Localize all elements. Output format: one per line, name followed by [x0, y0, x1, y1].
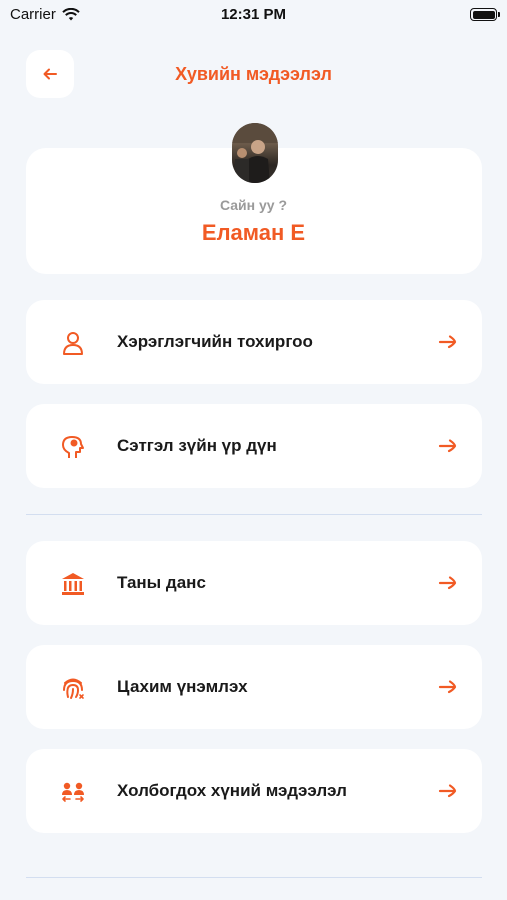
bank-icon	[62, 573, 84, 595]
user-icon	[63, 332, 83, 355]
menu-item-label: Таны данс	[117, 573, 206, 592]
section-divider	[26, 877, 482, 878]
avatar-photo	[232, 123, 278, 183]
arrow-right-icon	[438, 439, 457, 453]
menu-item-label: Сэтгэл зүйн үр дүн	[117, 436, 277, 455]
arrow-right-icon	[438, 335, 457, 349]
menu-item-digital-id[interactable]: Цахим үнэмлэх	[26, 645, 482, 729]
profile-screen: Carrier 12:31 PM Хувийн мэдээлэл Сайн уу…	[0, 0, 507, 900]
head-brain-icon	[62, 436, 84, 458]
greeting-text: Сайн уу ?	[219, 197, 288, 213]
battery-icon	[470, 8, 500, 21]
status-time: 12:31 PM	[220, 6, 287, 23]
arrow-right-icon	[438, 576, 457, 590]
arrow-right-icon	[438, 784, 457, 798]
people-icon	[62, 782, 84, 802]
status-bar: Carrier 12:31 PM	[0, 0, 507, 30]
menu-item-your-account[interactable]: Таны данс	[26, 541, 482, 625]
menu-item-contact-person[interactable]: Холбогдох хүний мэдээлэл	[26, 749, 482, 833]
fingerprint-icon	[63, 678, 84, 699]
user-name: Еламан Е	[201, 220, 306, 245]
menu-item-label: Холбогдох хүний мэдээлэл	[117, 781, 347, 800]
menu-item-psych-results[interactable]: Сэтгэл зүйн үр дүн	[26, 404, 482, 488]
section-divider	[26, 514, 482, 515]
arrow-right-icon	[438, 680, 457, 694]
page-title: Хувийн мэдээлэл	[175, 64, 332, 84]
menu-item-user-settings[interactable]: Хэрэглэгчийн тохиргоо	[26, 300, 482, 384]
menu-item-label: Хэрэглэгчийн тохиргоо	[117, 332, 313, 351]
menu-item-label: Цахим үнэмлэх	[117, 677, 248, 696]
avatar[interactable]	[232, 123, 278, 183]
